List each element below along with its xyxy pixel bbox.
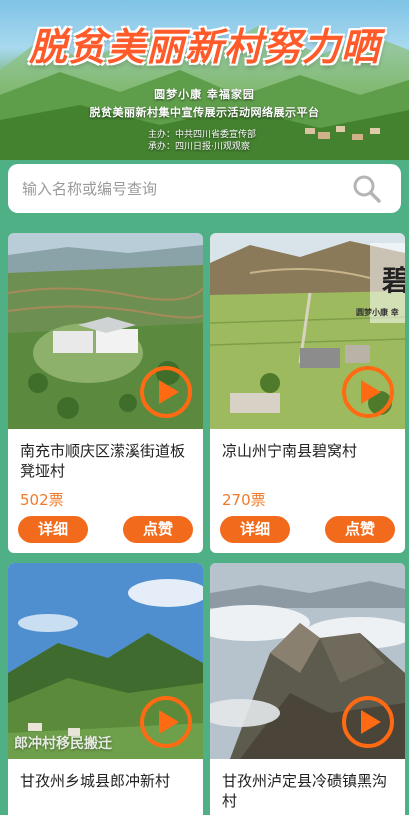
play-icon[interactable] bbox=[341, 695, 395, 749]
detail-button[interactable]: 详细 bbox=[220, 516, 290, 543]
village-card: 南充市顺庆区潆溪街道板凳垭村 502票 详细 点赞 bbox=[8, 233, 203, 553]
video-thumbnail[interactable]: 郎冲村移民搬迁 bbox=[8, 563, 203, 759]
thumbnail-caption: 郎冲村移民搬迁 bbox=[14, 736, 112, 752]
banner-slogan: 圆梦小康 幸福家园 bbox=[154, 88, 255, 101]
thumbnail-caption-small: 圆梦小康 幸 bbox=[356, 308, 399, 317]
village-name: 凉山州宁南县碧窝村 bbox=[222, 442, 358, 460]
village-card: 郎冲村移民搬迁 甘孜州乡城县郎冲新村 bbox=[8, 563, 203, 815]
banner-organizer: 承办：四川日报·川观观察 bbox=[148, 142, 250, 152]
play-icon[interactable] bbox=[139, 365, 193, 419]
video-thumbnail[interactable]: 碧 圆梦小康 幸 bbox=[210, 233, 405, 429]
header-banner: 脱贫美丽新村努力晒 圆梦小康 幸福家园 脱贫美丽新村集中宣传展示活动网络展示平台… bbox=[0, 0, 409, 160]
banner-title: 脱贫美丽新村努力晒 bbox=[28, 24, 380, 69]
search-input[interactable] bbox=[8, 164, 345, 213]
village-name: 甘孜州泸定县冷碛镇黑沟村 bbox=[222, 772, 388, 810]
like-button[interactable]: 点赞 bbox=[325, 516, 395, 543]
village-card: 碧 圆梦小康 幸 凉山州宁南县碧窝村 270票 详细 点赞 bbox=[210, 233, 405, 553]
banner-subtitle: 脱贫美丽新村集中宣传展示活动网络展示平台 bbox=[89, 106, 320, 119]
play-icon[interactable] bbox=[341, 365, 395, 419]
video-thumbnail[interactable] bbox=[8, 233, 203, 429]
vote-count: 502票 bbox=[20, 491, 64, 509]
like-button[interactable]: 点赞 bbox=[123, 516, 193, 543]
thumbnail-caption: 碧 bbox=[382, 264, 405, 297]
search-button[interactable] bbox=[345, 167, 389, 211]
video-thumbnail[interactable] bbox=[210, 563, 405, 759]
detail-button[interactable]: 详细 bbox=[18, 516, 88, 543]
village-name: 甘孜州乡城县郎冲新村 bbox=[20, 772, 171, 790]
play-icon[interactable] bbox=[139, 695, 193, 749]
village-card: 甘孜州泸定县冷碛镇黑沟村 bbox=[210, 563, 405, 815]
vote-count: 270票 bbox=[222, 491, 266, 509]
village-name: 南充市顺庆区潆溪街道板凳垭村 bbox=[20, 442, 186, 480]
search-bar bbox=[8, 164, 401, 213]
search-icon bbox=[353, 175, 381, 203]
